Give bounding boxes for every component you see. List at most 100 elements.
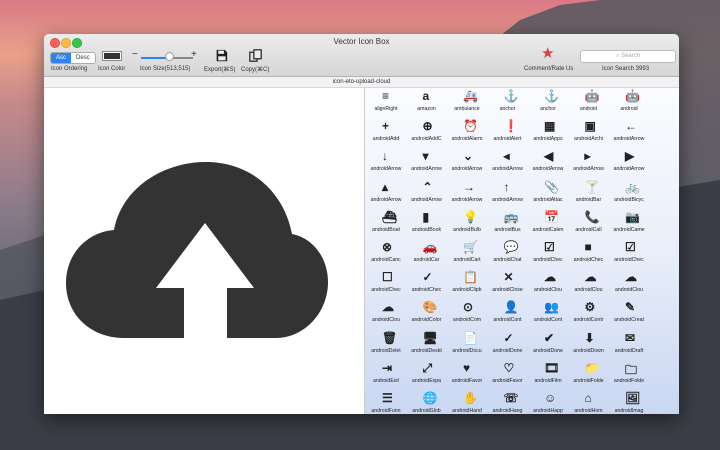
icon-cell[interactable]: ⌃ androidArrow bbox=[408, 177, 446, 207]
icon-cell[interactable]: ▸ androidArrow bbox=[570, 146, 608, 176]
size-decrease-button[interactable]: − bbox=[132, 49, 138, 60]
icon-cell[interactable]: 🤖 android bbox=[570, 88, 608, 116]
icon-cell[interactable]: ❗ androidAlert bbox=[489, 116, 527, 146]
icon-cell[interactable]: 📎 androidAttac bbox=[529, 177, 567, 207]
icon-cell[interactable]: ⚓ anchor bbox=[489, 88, 527, 116]
grid-icon: 🛒 bbox=[463, 240, 478, 254]
icon-cell[interactable]: ↑ androidArrow bbox=[489, 177, 527, 207]
icon-cell[interactable]: ▮ androidBook bbox=[408, 207, 446, 237]
icon-cell[interactable]: ☐ androidChec bbox=[367, 267, 405, 297]
icon-cell[interactable]: ✔ androidDone bbox=[529, 328, 567, 358]
icon-cell[interactable]: ♥ androidFavor bbox=[448, 358, 486, 388]
icon-cell[interactable]: 🖥 androidDeskt bbox=[408, 328, 446, 358]
icon-cell[interactable]: ⊕ androidAddC bbox=[408, 116, 446, 146]
icon-cell[interactable]: 💬 androidChat bbox=[489, 237, 527, 267]
icon-cell[interactable]: 📋 androidClipb bbox=[448, 267, 486, 297]
icon-cell[interactable]: 🎨 androidColor bbox=[408, 297, 446, 327]
icon-cell[interactable]: ◀ androidArrow bbox=[529, 146, 567, 176]
icon-cell[interactable]: ⇥ androidExit bbox=[367, 358, 405, 388]
icon-cell[interactable]: 📅 androidCalen bbox=[529, 207, 567, 237]
icon-cell[interactable]: ⚙ androidContr bbox=[570, 297, 608, 327]
icon-label: android bbox=[579, 106, 598, 112]
icon-cell[interactable]: ☑ androidChec bbox=[529, 237, 567, 267]
icon-cell[interactable]: 👥 androidCont bbox=[529, 297, 567, 327]
icon-cell[interactable]: ☰ androidFunn bbox=[367, 388, 405, 414]
icon-cell[interactable]: ▾ androidArrow bbox=[408, 146, 446, 176]
icon-cell[interactable]: 🚲 androidBicyc bbox=[610, 177, 648, 207]
icon-cell[interactable]: 🗑 androidDelet bbox=[367, 328, 405, 358]
icon-cell[interactable]: 📞 androidCall bbox=[570, 207, 608, 237]
icon-cell[interactable]: ☁ androidClou bbox=[529, 267, 567, 297]
icon-cell[interactable]: ☑ androidChec bbox=[610, 237, 648, 267]
icon-cell[interactable]: ⛴ androidBoat bbox=[367, 207, 405, 237]
size-increase-button[interactable]: + bbox=[191, 49, 197, 60]
icon-cell[interactable]: 🚗 androidCar bbox=[408, 237, 446, 267]
icon-cell[interactable]: ⌄ androidArrow bbox=[448, 146, 486, 176]
grid-icon: ☐ bbox=[382, 270, 393, 285]
icon-cell[interactable]: ⊗ androidCanc bbox=[367, 237, 405, 267]
icon-color-well[interactable] bbox=[102, 51, 122, 61]
icon-cell[interactable]: 🖼 androidImag bbox=[610, 388, 648, 414]
icon-cell[interactable]: 🚌 androidBus bbox=[489, 207, 527, 237]
icon-cell[interactable]: 📷 androidCame bbox=[610, 207, 648, 237]
icon-cell[interactable]: ◂ androidArrow bbox=[489, 146, 527, 176]
icon-label: androidHang bbox=[492, 408, 523, 414]
icon-cell[interactable]: ↓ androidArrow bbox=[367, 146, 405, 176]
icon-cell[interactable]: ▴ androidArrow bbox=[367, 177, 405, 207]
descending-button[interactable]: Desc bbox=[71, 53, 95, 63]
icon-cell[interactable]: ☁ androidClou bbox=[367, 297, 405, 327]
icon-cell[interactable]: 🎞 androidFilm bbox=[529, 358, 567, 388]
icon-label: androidCar bbox=[413, 257, 440, 263]
icon-cell[interactable]: ⏰ androidAlarm bbox=[448, 116, 486, 146]
icon-cell[interactable]: ✓ androidDone bbox=[489, 328, 527, 358]
slider-knob[interactable] bbox=[165, 52, 175, 61]
icon-cell[interactable]: 📁 androidFolde bbox=[570, 358, 608, 388]
icon-cell[interactable]: ▶ androidArrow bbox=[610, 146, 648, 176]
icon-cell[interactable]: ♡ androidFavor bbox=[489, 358, 527, 388]
icon-cell[interactable]: + androidAdd bbox=[367, 116, 405, 146]
icon-cell[interactable]: ⚓ anchor bbox=[529, 88, 567, 116]
icon-cell[interactable]: a amazon bbox=[408, 88, 446, 116]
ascending-button[interactable]: Asc bbox=[51, 53, 72, 63]
icon-label: androidCame bbox=[613, 226, 645, 233]
icon-cell[interactable]: 👤 androidCont bbox=[489, 297, 527, 327]
grid-icon: ▮ bbox=[422, 209, 430, 224]
grid-icon: ☑ bbox=[544, 240, 555, 254]
star-icon[interactable]: ★ bbox=[541, 46, 554, 61]
search-input[interactable]: ⌕ Search bbox=[580, 50, 676, 63]
copy-icon[interactable] bbox=[249, 49, 262, 62]
grid-icon: ⬇ bbox=[584, 330, 595, 345]
ordering-segmented-control[interactable]: Asc Desc bbox=[50, 52, 96, 64]
icon-cell[interactable]: 💡 androidBulb bbox=[448, 207, 486, 237]
icon-cell[interactable]: 🚑 ambulance bbox=[448, 88, 486, 116]
icon-cell[interactable]: ▣ androidArchi bbox=[570, 116, 608, 146]
icon-cell[interactable]: ☺ androidHapp bbox=[529, 388, 567, 414]
icon-cell[interactable]: ✕ androidClose bbox=[489, 267, 527, 297]
icon-cell[interactable]: ▦ androidApps bbox=[529, 116, 567, 146]
icon-cell[interactable]: 🗀 androidFolde bbox=[610, 358, 648, 388]
icon-cell[interactable]: ⌂ androidHom bbox=[570, 388, 608, 414]
icon-cell[interactable]: 🛒 androidCart bbox=[448, 237, 486, 267]
grid-icon: 💬 bbox=[503, 240, 519, 254]
grid-icon: 🚌 bbox=[503, 209, 519, 224]
icon-cell[interactable]: ✎ androidCreat bbox=[610, 297, 648, 327]
icon-cell[interactable]: ☁ androidClou bbox=[570, 267, 608, 297]
icon-cell[interactable]: ■ androidChec bbox=[570, 237, 608, 267]
icon-cell[interactable]: 🤖 android bbox=[610, 88, 648, 116]
icon-cell[interactable]: ⊙ androidCom bbox=[448, 297, 486, 327]
icon-cell[interactable]: ⬇ androidDown bbox=[570, 328, 608, 358]
icon-cell[interactable]: ≡ alignRight bbox=[367, 88, 405, 116]
icon-cell[interactable]: ✉ androidDraft bbox=[610, 328, 648, 358]
icon-cell[interactable]: ☏ androidHang bbox=[489, 388, 527, 414]
icon-cell[interactable]: → androidArrow bbox=[448, 177, 486, 207]
icon-cell[interactable]: ⤢ androidExpa bbox=[408, 358, 446, 388]
icon-cell[interactable]: 🌐 androidGlob bbox=[408, 388, 446, 414]
icon-cell[interactable]: ✓ androidChec bbox=[408, 267, 446, 297]
icon-cell[interactable]: 🍸 androidBar bbox=[570, 177, 608, 207]
save-icon[interactable] bbox=[215, 49, 228, 62]
icon-cell[interactable]: 📄 androidDocu bbox=[448, 328, 486, 358]
icon-cell[interactable]: ← androidArrow bbox=[610, 116, 648, 146]
icon-cell[interactable]: ✋ androidHand bbox=[448, 388, 486, 414]
icon-cell[interactable]: ☁ androidClou bbox=[610, 267, 648, 297]
rate-us-label: Comment/Rate Us bbox=[524, 66, 574, 72]
